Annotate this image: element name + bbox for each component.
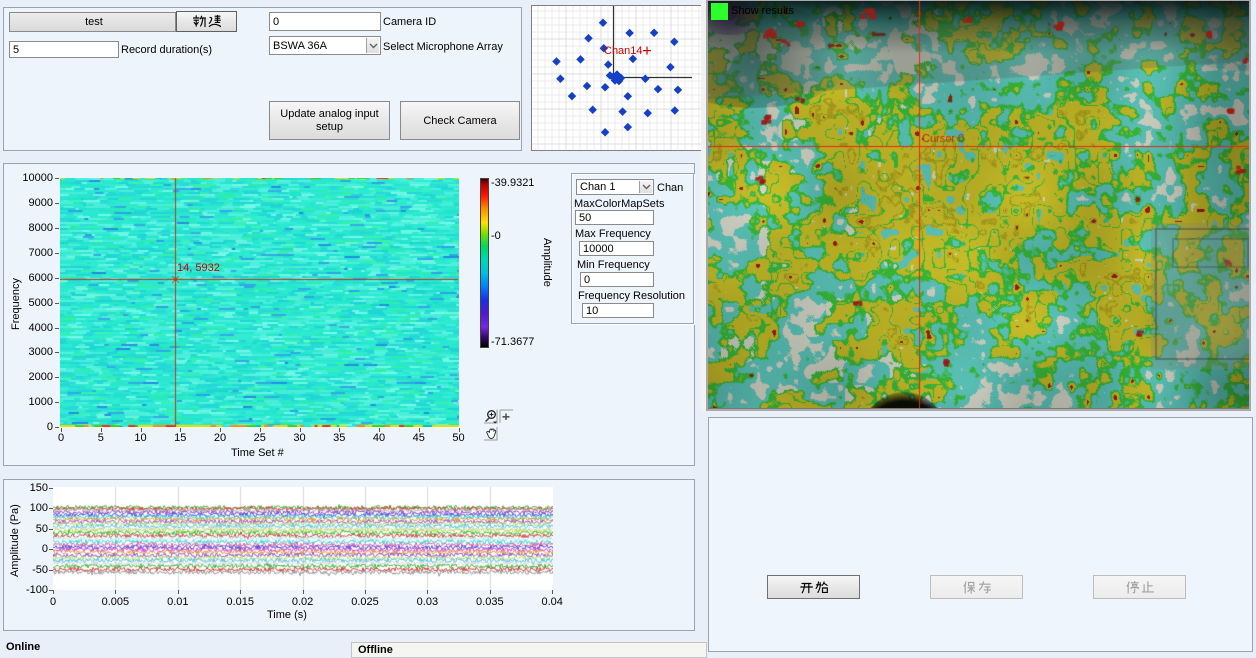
svg-text:Chan14: Chan14 (604, 45, 643, 57)
